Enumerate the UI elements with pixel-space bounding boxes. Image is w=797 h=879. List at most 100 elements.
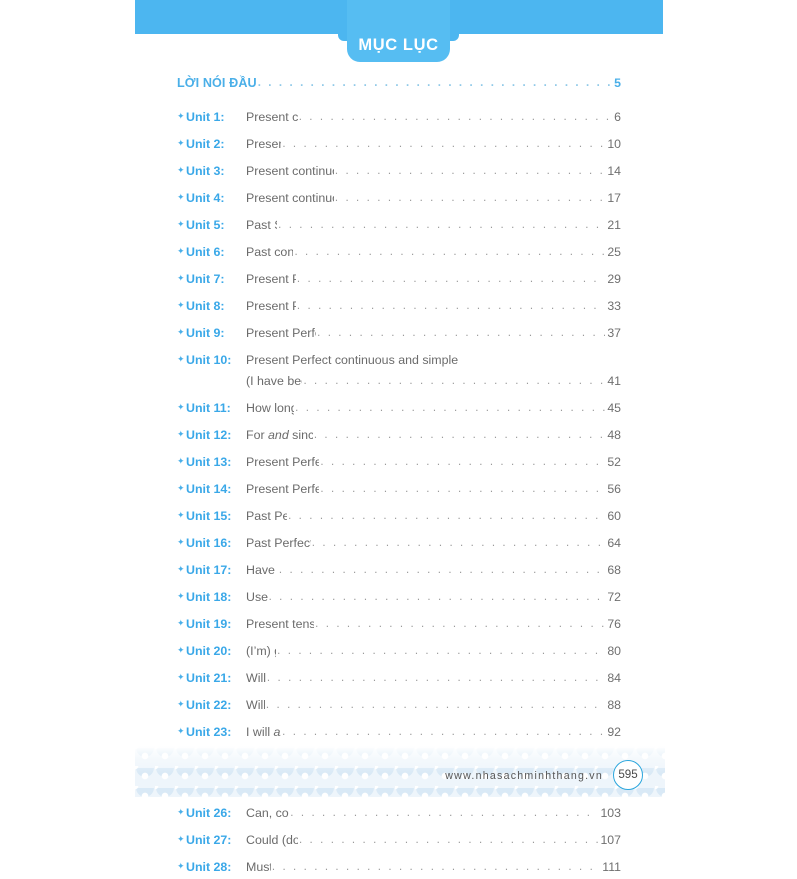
leader-dots: . . . . . . . . . . . . . . . . . . . . … <box>317 327 605 339</box>
unit-body: Present Perfect and past 1 (I have done … <box>246 452 621 474</box>
unit-line: Past Perfect continuous (I had been doin… <box>246 533 621 555</box>
toc-entry[interactable]: ✦Unit 21: Will/ shall 1. . . . . . . . . … <box>177 668 621 690</box>
preface-page-number: 5 <box>614 76 621 90</box>
leader-dots: . . . . . . . . . . . . . . . . . . . . … <box>313 429 606 441</box>
unit-line: Present Perfect continuous (I have been … <box>246 323 621 345</box>
unit-line: For and sinceWhen ...? and How long ...?… <box>246 425 621 447</box>
diamond-bullet-icon: ✦ <box>177 354 185 364</box>
page-footer: www.nhasachminhthang.vn 595 <box>135 752 665 797</box>
toc-entry[interactable]: ✦Unit 27: Could (do) and could have (done… <box>177 830 621 852</box>
toc-entry[interactable]: ✦Unit 3: Present continuous and Present S… <box>177 161 621 183</box>
unit-line: (I’m) going to (do). . . . . . . . . . .… <box>246 641 621 663</box>
unit-label: Unit 21: <box>186 671 232 685</box>
unit-title: Can, could and (be) able to <box>246 806 289 820</box>
toc-entry[interactable]: ✦Unit 19: Present tenses (I am doing/I do… <box>177 614 621 636</box>
unit-title: (I’m) going to (do) <box>246 644 276 658</box>
unit-line: Can, could and (be) able to. . . . . . .… <box>246 803 621 825</box>
toc-entry[interactable]: ✦Unit 22: Will/shall 2. . . . . . . . . .… <box>177 695 621 717</box>
diamond-bullet-icon: ✦ <box>177 273 185 283</box>
unit-label: Unit 27: <box>186 833 232 847</box>
leader-dots: . . . . . . . . . . . . . . . . . . . . … <box>334 192 605 204</box>
toc-entry[interactable]: ✦Unit 17: Have and have got. . . . . . . … <box>177 560 621 582</box>
unit-line: Present continuous (I am doing). . . . .… <box>246 107 621 129</box>
toc-entry[interactable]: ✦Unit 9: Present Perfect continuous (I ha… <box>177 323 621 345</box>
unit-title: Present Perfect continuous (I have been … <box>246 326 316 340</box>
toc-entry[interactable]: ✦Unit 11: How long have you (been) ...?. … <box>177 398 621 420</box>
unit-label: Unit 4: <box>186 191 225 205</box>
publisher-website: www.nhasachminhthang.vn <box>445 769 603 782</box>
unit-body: Present Perfect and past 2 (I have done … <box>246 479 621 501</box>
toc-entry[interactable]: ✦Unit 26: Can, could and (be) able to. . … <box>177 803 621 825</box>
unit-label: Unit 20: <box>186 644 232 658</box>
unit-body: Will/ shall 1. . . . . . . . . . . . . .… <box>246 668 621 690</box>
toc-entry-preface[interactable]: LỜI NÓI ĐẦU . . . . . . . . . . . . . . … <box>177 76 621 102</box>
toc-entry[interactable]: ✦Unit 28: Must and can’t. . . . . . . . .… <box>177 857 621 879</box>
toc-entry[interactable]: ✦Unit 7: Present Perfect 1 (I have done).… <box>177 269 621 291</box>
toc-entry[interactable]: ✦Unit 15: Past Perfect (I had done). . . … <box>177 506 621 528</box>
unit-title: Could (do) and could have (done) <box>246 833 298 847</box>
unit-title: Will/ shall 1 <box>246 671 266 685</box>
toc-entry[interactable]: ✦Unit 18: Used to (do). . . . . . . . . .… <box>177 587 621 609</box>
unit-title: I will and I’m going to <box>246 725 281 739</box>
diamond-bullet-icon: ✦ <box>177 537 185 547</box>
unit-label: Unit 18: <box>186 590 232 604</box>
leader-dots: . . . . . . . . . . . . . . . . . . . . … <box>298 834 599 846</box>
unit-body: (I’m) going to (do). . . . . . . . . . .… <box>246 641 621 663</box>
toc-entry[interactable]: ✦Unit 20: (I’m) going to (do). . . . . . … <box>177 641 621 663</box>
leader-dots: . . . . . . . . . . . . . . . . . . . . … <box>257 77 613 89</box>
page-number: 10 <box>607 137 621 151</box>
toc-entry[interactable]: ✦Unit 6: Past continuous (I was doing). .… <box>177 242 621 264</box>
page-number: 103 <box>600 806 621 820</box>
leader-dots: . . . . . . . . . . . . . . . . . . . . … <box>282 138 606 150</box>
unit-title: Present Simple (I do) <box>246 137 281 151</box>
toc-entry[interactable]: ✦Unit 12: For and sinceWhen ...? and How … <box>177 425 621 447</box>
toc-entry[interactable]: ✦Unit 1: Present continuous (I am doing).… <box>177 107 621 129</box>
unit-label: Unit 17: <box>186 563 232 577</box>
leader-dots: . . . . . . . . . . . . . . . . . . . . … <box>266 672 605 684</box>
unit-line: Present tenses (I am doing/I do) for the… <box>246 614 621 636</box>
unit-title: Present Perfect 1 (I have done) <box>246 272 296 286</box>
toc-entry[interactable]: ✦Unit 23: I will and I’m going to. . . . … <box>177 722 621 744</box>
page-number: 80 <box>607 644 621 658</box>
page-number: 84 <box>607 671 621 685</box>
unit-body: How long have you (been) ...?. . . . . .… <box>246 398 621 420</box>
toc-entry[interactable]: ✦Unit 4: Present continuous and Present S… <box>177 188 621 210</box>
page-number: 60 <box>607 509 621 523</box>
leader-dots: . . . . . . . . . . . . . . . . . . . . … <box>282 726 606 738</box>
unit-title: Used to (do) <box>246 590 268 604</box>
preface-label: LỜI NÓI ĐẦU <box>177 76 257 90</box>
page-title: MỤC LỤC <box>358 35 439 54</box>
leader-dots: . . . . . . . . . . . . . . . . . . . . … <box>298 111 612 123</box>
diamond-bullet-icon: ✦ <box>177 165 185 175</box>
page-number: 92 <box>607 725 621 739</box>
toc-entry[interactable]: ✦Unit 13: Present Perfect and past 1 (I h… <box>177 452 621 474</box>
leader-dots: . . . . . . . . . . . . . . . . . . . . … <box>334 165 605 177</box>
toc-entry[interactable]: ✦ Unit 10: Present Perfect continuous and … <box>177 350 621 393</box>
diamond-bullet-icon: ✦ <box>177 138 185 148</box>
leader-dots: . . . . . . . . . . . . . . . . . . . . … <box>278 564 605 576</box>
toc-title-tab: MỤC LỤC <box>347 0 450 62</box>
unit-label: Unit 10: <box>186 353 232 367</box>
unit-title: Present continuous and Present Simple 1 … <box>246 164 334 178</box>
toc-entry[interactable]: ✦Unit 8: Present Perfect 2 (I have done).… <box>177 296 621 318</box>
diamond-bullet-icon: ✦ <box>177 111 185 121</box>
unit-body: For and sinceWhen ...? and How long ...?… <box>246 425 621 447</box>
page-number: 107 <box>600 833 621 847</box>
diamond-bullet-icon: ✦ <box>177 591 185 601</box>
unit-title: Present tenses (I am doing/I do) for the… <box>246 617 315 631</box>
unit-label: Unit 2: <box>186 137 225 151</box>
toc-entry[interactable]: ✦Unit 16: Past Perfect continuous (I had … <box>177 533 621 555</box>
unit-label: Unit 14: <box>186 482 232 496</box>
toc-entry[interactable]: ✦Unit 14: Present Perfect and past 2 (I h… <box>177 479 621 501</box>
page-number: 56 <box>607 482 621 496</box>
page-number: 25 <box>607 245 621 259</box>
toc-entry[interactable]: ✦Unit 5: Past Simple (I did). . . . . . .… <box>177 215 621 237</box>
toc-entry[interactable]: ✦Unit 2: Present Simple (I do). . . . . .… <box>177 134 621 156</box>
page-number: 48 <box>607 428 621 442</box>
page-number: 29 <box>607 272 621 286</box>
unit-title: Past continuous (I was doing) <box>246 245 294 259</box>
diamond-bullet-icon: ✦ <box>177 456 185 466</box>
unit-body: Present continuous and Present Simple 1 … <box>246 161 621 183</box>
page-number: 64 <box>607 536 621 550</box>
unit-line: Past Simple (I did). . . . . . . . . . .… <box>246 215 621 237</box>
